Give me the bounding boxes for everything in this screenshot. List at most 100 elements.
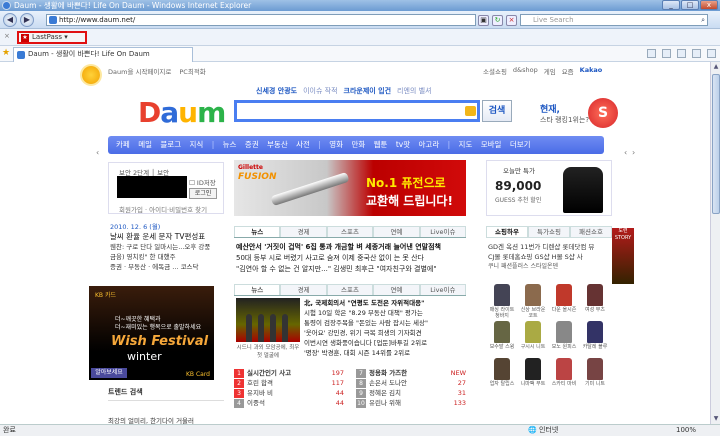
info-line[interactable]: 웬찬: 구로 단다 일마시는...오후 강풍 — [110, 242, 228, 252]
fashion-item[interactable]: 매싱 라이트 청바지 — [488, 284, 516, 319]
refresh-icon[interactable]: ↻ — [492, 15, 503, 26]
news-tab[interactable]: 스포츠 — [326, 284, 374, 295]
news-tab[interactable]: 경제 — [280, 226, 327, 237]
news-item[interactable]: '웃어요' 강민경, 위기 극복 희생의 기자회견 — [304, 328, 468, 338]
news-tab[interactable]: 경제 — [280, 284, 327, 295]
feeds-icon[interactable] — [662, 49, 671, 58]
minimize-button[interactable]: _ — [662, 0, 680, 10]
rank-item[interactable]: 이중석 — [247, 399, 265, 407]
id-save-checkbox[interactable]: ☐ ID저장 — [189, 177, 216, 187]
scroll-up-icon[interactable]: ▲ — [712, 63, 720, 71]
nav-item[interactable]: 모바일 — [481, 140, 502, 149]
vertical-scrollbar[interactable]: ▲ ▼ — [710, 62, 720, 424]
fashion-item[interactable]: 업자 탈립스 — [488, 358, 516, 392]
tools-menu-icon[interactable] — [707, 49, 716, 58]
search-input[interactable]: Live Search ⌕ — [520, 14, 708, 26]
signup-links[interactable]: 회원가입 · 아이디·비밀번호 찾기 — [119, 204, 207, 214]
news-tab[interactable]: 스포츠 — [326, 226, 374, 237]
nav-item[interactable]: 블로그 — [160, 140, 181, 149]
trending-keyword[interactable]: 크라운제이 입건 — [344, 86, 392, 96]
photo-caption[interactable]: 시드니 과외 모암공에, 최우 첫 얼굴에 — [236, 344, 300, 360]
news-tab[interactable]: 뉴스 — [234, 284, 281, 295]
info-line[interactable]: 증권 · 부동산 · 에독금 ... 코스닥 — [110, 262, 228, 272]
nav-item[interactable]: 증권 — [245, 140, 259, 149]
page-menu-icon[interactable] — [692, 49, 701, 58]
service-link[interactable]: Kakao — [580, 66, 603, 76]
favorites-star-icon[interactable]: ★ — [2, 48, 10, 58]
news-photo[interactable] — [236, 298, 300, 342]
service-link[interactable]: 요즘 — [562, 66, 574, 76]
fashion-item[interactable]: 신상 브라운코트 — [519, 284, 547, 319]
nav-item[interactable]: 아고라 — [419, 140, 440, 149]
fashion-item[interactable]: 모노 원피스 — [550, 321, 578, 355]
prev-arrow-icon[interactable]: ‹ — [624, 148, 627, 157]
forward-button[interactable]: ▶ — [20, 13, 34, 27]
promo-s-icon[interactable]: S — [588, 98, 618, 128]
nav-item[interactable]: 카페 — [116, 140, 130, 149]
news-item[interactable]: 시험 10일 학은 "8.29 부동산 대책" 평가는 — [304, 308, 468, 318]
daum-search-button[interactable]: 검색 — [482, 100, 512, 122]
stop-icon[interactable]: × — [506, 15, 517, 26]
nav-item[interactable]: 부동산 — [267, 140, 288, 149]
lastpass-button[interactable]: ★ LastPass ▾ — [17, 31, 87, 44]
news-tab[interactable]: 뉴스 — [234, 226, 281, 237]
fashion-item[interactable]: 카탈레 블루 — [581, 321, 609, 355]
news-tab[interactable]: Live이슈 — [419, 284, 467, 295]
nav-item[interactable]: tv팟 — [396, 140, 410, 149]
toolbar-close-icon[interactable]: × — [4, 32, 10, 40]
rank-item[interactable]: 실시간인기 사고 — [247, 369, 291, 377]
news-item[interactable]: '명장' 박경훈, 대회 시즌 14위를 2위로 — [304, 348, 468, 358]
news-tab[interactable]: 연예 — [373, 284, 420, 295]
shop-line[interactable]: CJ몰 롯데홈쇼핑 GS샵 H몰 S샵 사 — [488, 252, 612, 262]
info-menu[interactable]: 날씨 환율 운세 문자 TV편성표 — [110, 232, 228, 242]
url-input[interactable]: http://www.daum.net/ — [46, 14, 476, 26]
side-banner[interactable]: 도련 STORY — [612, 228, 634, 284]
shop-tab[interactable]: 특가쇼핑 — [528, 226, 570, 238]
keyboard-icon[interactable] — [465, 106, 476, 116]
nav-item[interactable]: 지식 — [190, 140, 204, 149]
pc-optimize-link[interactable]: PC최적화 — [179, 66, 205, 76]
nav-item[interactable]: 웹툰 — [374, 140, 388, 149]
nav-item[interactable]: 영화 — [329, 140, 343, 149]
zoom-level[interactable]: 100% — [676, 425, 696, 436]
home-icon[interactable] — [647, 49, 656, 58]
headline[interactable]: "김연아 할 수 없는 건 알지만..." 김생민 최후근 "여자친구와 결별에… — [236, 264, 468, 275]
news-tab[interactable]: 연예 — [373, 226, 420, 237]
fashion-item[interactable]: 다운 올시즌 — [550, 284, 578, 318]
next-arrow-icon[interactable]: › — [632, 148, 635, 157]
tab-daum[interactable]: Daum - 생활이 바쁜다! Life On Daum — [13, 47, 193, 62]
compat-icon[interactable]: ▣ — [478, 15, 489, 26]
daum-logo[interactable]: Daum — [138, 96, 226, 129]
today-deal-box[interactable]: 오늘만 특가 89,000 GUESS 추천 할인 — [486, 160, 612, 216]
close-button[interactable]: x — [700, 0, 718, 10]
nav-item[interactable]: 만화 — [351, 140, 365, 149]
fashion-item[interactable]: 기미 니트 — [581, 358, 609, 392]
info-line[interactable]: 금융) 영치킹" 한 대했주 — [110, 252, 228, 262]
banner-more-button[interactable]: 알아보세요 — [91, 368, 127, 378]
nav-item[interactable]: 뉴스 — [223, 140, 237, 149]
trending-keyword[interactable]: 신세경 안광도 — [256, 86, 297, 96]
trending-keyword[interactable]: 이이슈 작적 — [303, 86, 337, 96]
rank-item[interactable]: 손은서 도나안 — [369, 379, 407, 387]
service-link[interactable]: 게임 — [544, 66, 556, 76]
back-button[interactable]: ◀ — [3, 13, 17, 27]
service-link[interactable]: d&shop — [513, 66, 538, 76]
fashion-item[interactable]: 스카티 마비 — [550, 358, 578, 392]
login-button[interactable]: 로그인 — [189, 188, 217, 199]
prev-arrow-icon[interactable]: ‹ — [96, 148, 99, 157]
shop-tab[interactable]: 패션쇼호 — [570, 226, 612, 238]
set-homepage-link[interactable]: Daum을 시작페이지로 — [108, 66, 171, 76]
nav-item[interactable]: 지도 — [459, 140, 473, 149]
news-headline[interactable]: 北, 국제회의서 "연평도 도전은 자위적대응" — [304, 298, 468, 308]
fashion-item[interactable]: 여성 부츠 — [581, 284, 609, 318]
fashion-item[interactable]: 니마팩 무트 — [519, 358, 547, 392]
rank-item[interactable]: 정용화 가즈한 — [369, 369, 407, 377]
headline[interactable]: 50대 등부 시로 버렸기 사고로 숨져 이제 중국산 없이 는 못 산다 — [236, 253, 468, 264]
rank-item[interactable]: 호린 합격 — [247, 379, 273, 387]
news-tab[interactable]: Live이슈 — [419, 226, 467, 237]
promo-text[interactable]: 현재, 스타 랭킹1위는? — [540, 102, 589, 125]
kb-card-banner[interactable]: KB 카드 더~깨끗한 혜택과 더~재미있는 행복으로 출발하세요 Wish Fe… — [89, 286, 214, 380]
scroll-thumb[interactable] — [712, 74, 720, 214]
daum-search-input[interactable] — [234, 100, 480, 122]
gillette-ad[interactable]: Gillette FUSION No.1 퓨전으로 교환해 드립니다! — [234, 160, 466, 216]
